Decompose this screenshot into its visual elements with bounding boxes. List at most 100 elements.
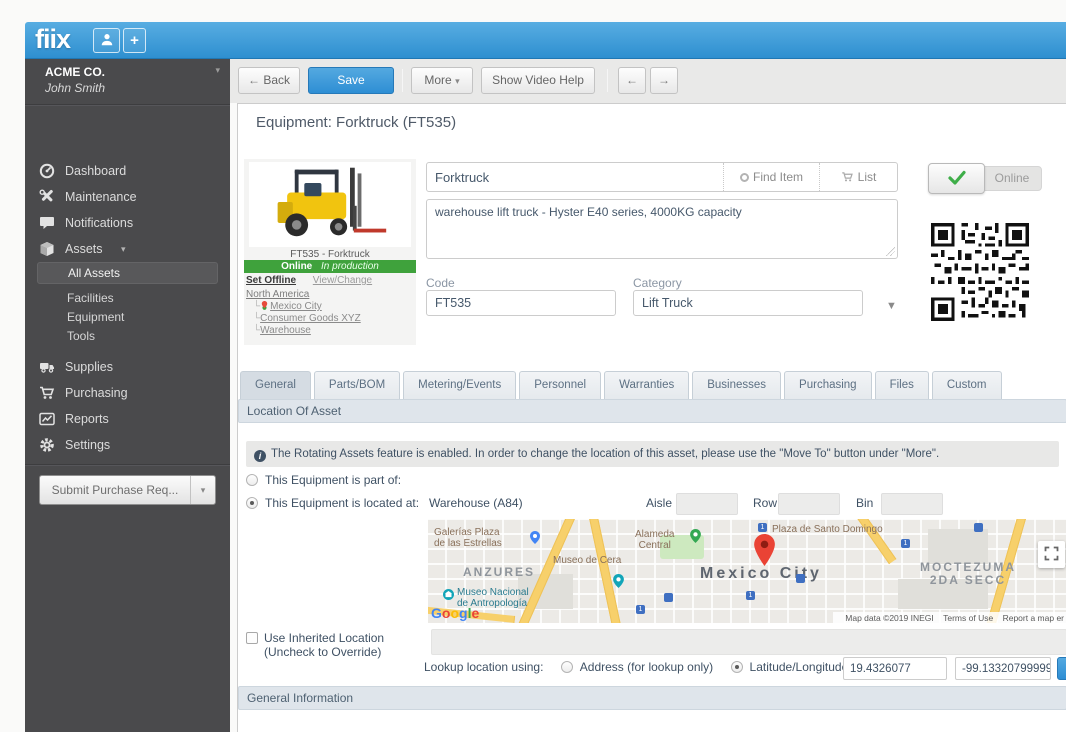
google-logo[interactable]: Google	[431, 605, 479, 621]
tree-link-consumer-goods[interactable]: Consumer Goods XYZ	[260, 313, 361, 324]
tree-link-north-america[interactable]: North America	[246, 289, 309, 300]
resize-handle[interactable]	[886, 247, 895, 256]
map-block	[928, 529, 988, 564]
radio-selected-icon[interactable]	[246, 497, 258, 509]
category-input[interactable]	[633, 290, 863, 316]
back-label: Back	[263, 73, 290, 87]
sidebar-item-notifications[interactable]: Notifications	[25, 211, 230, 235]
chevron-down-icon[interactable]: ▾	[191, 476, 215, 504]
top-header: fiix +	[25, 22, 1066, 59]
sidebar-item-settings[interactable]: Settings	[25, 433, 230, 457]
sidebar-item-dashboard[interactable]: Dashboard	[25, 159, 230, 183]
user-profile-button[interactable]	[93, 28, 120, 53]
notice-text: The Rotating Assets feature is enabled. …	[271, 448, 939, 460]
sidebar-item-label: Notifications	[65, 211, 133, 235]
tree-link-warehouse[interactable]: Warehouse	[260, 325, 311, 336]
sidebar-item-facilities[interactable]: Facilities	[67, 288, 114, 308]
tab-bar: General Parts/BOM Metering/Events Person…	[238, 371, 1066, 399]
arrow-right-icon: →	[658, 73, 670, 87]
latlng-option-label[interactable]: Latitude/Longitude	[750, 660, 849, 674]
tab-purchasing[interactable]: Purchasing	[784, 371, 872, 399]
set-online-button[interactable]	[928, 163, 985, 194]
fullscreen-button[interactable]	[1038, 541, 1065, 568]
sidebar-item-equipment[interactable]: Equipment	[67, 307, 124, 327]
row-input[interactable]	[778, 493, 840, 515]
save-button[interactable]: Save	[308, 67, 394, 94]
view-change-link[interactable]: View/Change	[313, 275, 372, 286]
list-button[interactable]: List	[819, 163, 897, 191]
next-record-button[interactable]: →	[650, 67, 678, 94]
map-label-alameda: Alameda Central	[635, 529, 674, 551]
tab-warranties[interactable]: Warranties	[604, 371, 689, 399]
radio-icon[interactable]	[561, 661, 573, 673]
submit-purchase-request-button[interactable]: Submit Purchase Req... ▾	[39, 475, 216, 505]
chevron-down-icon: ▾	[215, 65, 220, 76]
set-offline-link[interactable]: Set Offline	[246, 275, 296, 286]
terms-of-use-link[interactable]: Terms of Use	[943, 613, 993, 623]
use-inherited-location[interactable]: Use Inherited Location (Uncheck to Overr…	[246, 631, 384, 659]
toolbar-separator	[402, 69, 403, 92]
report-map-error-link[interactable]: Report a map er	[1003, 613, 1064, 623]
sidebar-item-label: Settings	[65, 433, 110, 457]
chevron-down-icon: ▾	[455, 76, 460, 86]
museum-icon	[443, 589, 454, 603]
checkbox-icon[interactable]	[246, 632, 258, 644]
app-window: fiix + ACME CO. John Smith ▾ Dashboard	[0, 0, 1066, 732]
tab-custom[interactable]: Custom	[932, 371, 1002, 399]
more-button[interactable]: More ▾	[411, 67, 473, 94]
sidebar-item-assets[interactable]: Assets ▾	[25, 237, 230, 261]
road	[587, 519, 625, 623]
cart-icon	[841, 171, 854, 183]
tree-link-mexico-city[interactable]: Mexico City	[270, 301, 322, 312]
radio-part-of[interactable]: This Equipment is part of:	[246, 471, 401, 489]
sidebar-item-label: Purchasing	[65, 381, 128, 405]
code-input[interactable]	[426, 290, 616, 316]
fullscreen-icon	[1044, 546, 1059, 561]
tab-files[interactable]: Files	[875, 371, 929, 399]
company-switcher[interactable]: ACME CO. John Smith ▾	[25, 59, 230, 105]
longitude-input[interactable]	[955, 657, 1051, 680]
person-icon	[100, 34, 114, 51]
sidebar-item-supplies[interactable]: Supplies	[25, 355, 230, 379]
google-map[interactable]: Galerías Plaza de las Estrellas Alameda …	[428, 519, 1066, 623]
description-textarea[interactable]: warehouse lift truck - Hyster E40 series…	[426, 199, 898, 259]
code-label: Code	[426, 276, 455, 290]
aisle-input[interactable]	[676, 493, 738, 515]
back-button[interactable]: ← Back	[238, 67, 300, 94]
transit-icon: 1	[901, 539, 910, 548]
add-new-button[interactable]: +	[123, 28, 146, 53]
section-general-information: General Information	[238, 686, 1066, 710]
update-coordinates-button[interactable]	[1057, 657, 1066, 680]
sidebar-item-all-assets[interactable]: All Assets	[37, 262, 218, 284]
tab-businesses[interactable]: Businesses	[692, 371, 781, 399]
forklift-image	[255, 162, 405, 242]
sidebar-item-purchasing[interactable]: Purchasing	[25, 381, 230, 405]
bin-input[interactable]	[881, 493, 943, 515]
show-video-help-button[interactable]: Show Video Help	[481, 67, 595, 94]
sidebar-item-tools[interactable]: Tools	[67, 326, 95, 346]
transit-icon: 1	[746, 591, 755, 600]
asset-name-input[interactable]	[427, 163, 723, 191]
tab-general[interactable]: General	[240, 371, 311, 399]
sidebar-item-reports[interactable]: Reports	[25, 407, 230, 431]
map-attribution: Map data ©2019 INEGI Terms of Use Report…	[833, 612, 1066, 623]
category-dropdown-arrow[interactable]: ▼	[886, 300, 897, 312]
find-item-button[interactable]: Find Item	[723, 163, 819, 191]
tab-parts-bom[interactable]: Parts/BOM	[314, 371, 400, 399]
arrow-left-icon: ←	[626, 73, 638, 87]
toolbar: ← Back Save More ▾ Show Video Help ← →	[230, 59, 1066, 103]
radio-located-at[interactable]: This Equipment is located at:	[246, 494, 419, 512]
address-option-label[interactable]: Address (for lookup only)	[580, 660, 713, 674]
radio-icon[interactable]	[246, 474, 258, 486]
sidebar-item-maintenance[interactable]: Maintenance	[25, 185, 230, 209]
latitude-input[interactable]	[843, 657, 947, 680]
prev-record-button[interactable]: ←	[618, 67, 646, 94]
tab-metering-events[interactable]: Metering/Events	[403, 371, 516, 399]
cart-icon	[39, 385, 55, 401]
tab-personnel[interactable]: Personnel	[519, 371, 601, 399]
location-tree: North America Mexico City Consumer Goods…	[246, 289, 361, 337]
radio-selected-icon[interactable]	[731, 661, 743, 673]
arrow-left-icon: ←	[248, 73, 260, 87]
located-at-value: Warehouse (A84)	[429, 496, 523, 510]
transit-icon	[974, 523, 983, 532]
